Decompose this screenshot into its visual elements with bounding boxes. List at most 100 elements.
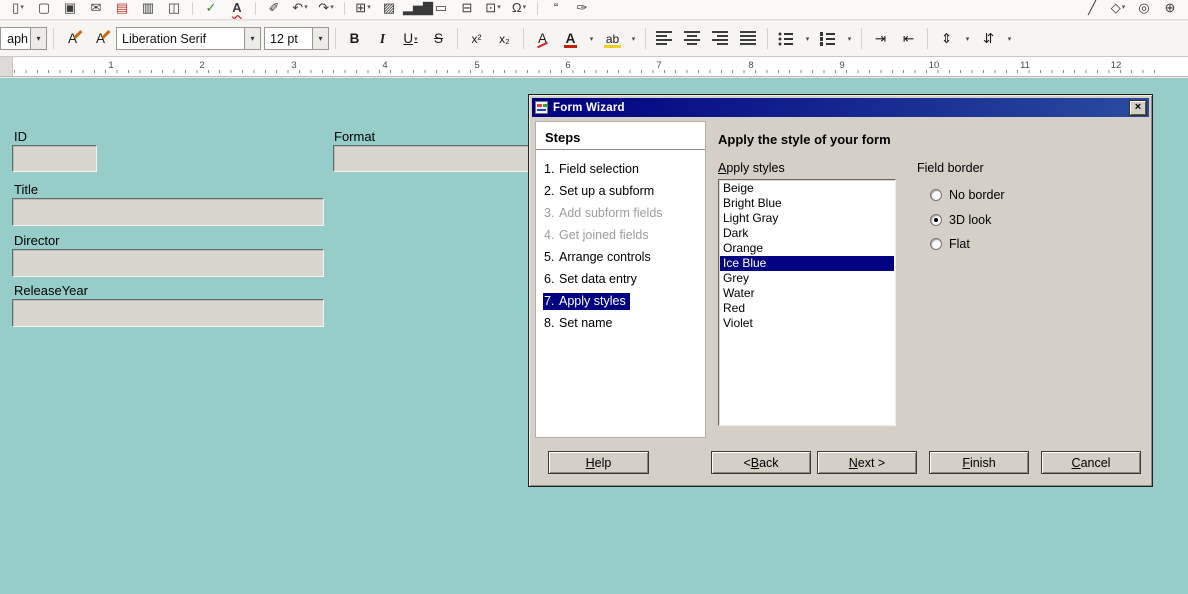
- radio-flat[interactable]: Flat: [930, 237, 970, 251]
- undo-icon[interactable]: ↶: [288, 0, 312, 20]
- highlight-color-icon[interactable]: ab: [600, 26, 625, 51]
- style-option-orange[interactable]: Orange: [720, 241, 894, 256]
- style-option-beige[interactable]: Beige: [720, 181, 894, 196]
- clear-formatting-icon[interactable]: A: [530, 26, 555, 51]
- italic-icon[interactable]: I: [370, 26, 395, 51]
- horizontal-ruler[interactable]: 1 2 3 4 5 6 7 8 9 10 11 12: [0, 57, 1188, 77]
- open-icon[interactable]: ▢: [32, 0, 56, 20]
- field-input-director[interactable]: [12, 249, 324, 277]
- print-icon[interactable]: ▥: [136, 0, 160, 20]
- email-icon[interactable]: ✉: [84, 0, 108, 20]
- print-preview-icon[interactable]: ◫: [162, 0, 186, 20]
- paragraph-style-dropdown-icon[interactable]: [30, 27, 47, 50]
- paragraph-spacing-icon[interactable]: ⇵: [976, 26, 1001, 51]
- font-size-combo[interactable]: 12 pt: [264, 27, 329, 50]
- style-option-bright-blue[interactable]: Bright Blue: [720, 196, 894, 211]
- align-justify-icon[interactable]: [736, 26, 761, 51]
- step-text: 4.Get joined fields: [543, 227, 653, 244]
- numbered-list-dropdown-icon[interactable]: [844, 26, 855, 51]
- paragraph-style-value[interactable]: aph: [0, 27, 30, 50]
- update-style-icon[interactable]: A: [60, 26, 85, 51]
- insert-line-icon[interactable]: ╱: [1080, 0, 1104, 20]
- insert-chart-icon[interactable]: ▂▅▇: [403, 0, 427, 20]
- insert-symbol-icon[interactable]: Ω: [507, 0, 531, 20]
- insert-comment-icon[interactable]: “: [544, 0, 568, 20]
- align-left-icon[interactable]: [652, 26, 677, 51]
- font-name-combo[interactable]: Liberation Serif: [116, 27, 261, 50]
- autospellcheck-icon[interactable]: A: [225, 0, 249, 20]
- find-replace-icon[interactable]: ◎: [1132, 0, 1156, 20]
- font-color-icon[interactable]: A: [558, 26, 583, 51]
- step-6-set-data-entry[interactable]: 6.Set data entry: [536, 268, 705, 290]
- page-break-icon[interactable]: ⊟: [455, 0, 479, 20]
- field-input-releaseyear[interactable]: [12, 299, 324, 327]
- dialog-titlebar[interactable]: Form Wizard ×: [532, 98, 1149, 117]
- subscript-icon[interactable]: x₂: [492, 26, 517, 51]
- help-button[interactable]: Help: [548, 451, 649, 474]
- style-option-grey[interactable]: Grey: [720, 271, 894, 286]
- finish-button[interactable]: Finish: [929, 451, 1029, 474]
- bold-icon[interactable]: B: [342, 26, 367, 51]
- radio-no-border[interactable]: No border: [930, 188, 1005, 202]
- increase-indent-icon[interactable]: ⇥: [868, 26, 893, 51]
- line-spacing-icon[interactable]: ⇕: [934, 26, 959, 51]
- close-icon[interactable]: ×: [1130, 101, 1146, 115]
- insert-image-icon[interactable]: ▨: [377, 0, 401, 20]
- step-1-field-selection[interactable]: 1.Field selection: [536, 158, 705, 180]
- next-button[interactable]: Next >: [817, 451, 917, 474]
- numbered-list-icon[interactable]: [816, 26, 841, 51]
- new-style-icon[interactable]: A: [88, 26, 113, 51]
- decrease-indent-icon[interactable]: ⇤: [896, 26, 921, 51]
- clone-formatting-icon[interactable]: ✐: [262, 0, 286, 20]
- style-option-water[interactable]: Water: [720, 286, 894, 301]
- style-option-dark[interactable]: Dark: [720, 226, 894, 241]
- style-option-red[interactable]: Red: [720, 301, 894, 316]
- track-changes-icon[interactable]: ✑: [570, 0, 594, 20]
- field-input-id[interactable]: [12, 145, 97, 172]
- font-size-value[interactable]: 12 pt: [264, 27, 312, 50]
- style-option-violet[interactable]: Violet: [720, 316, 894, 331]
- step-7-apply-styles[interactable]: 7.Apply styles: [536, 290, 705, 312]
- field-input-title[interactable]: [12, 198, 324, 226]
- font-name-value[interactable]: Liberation Serif: [116, 27, 244, 50]
- font-name-dropdown-icon[interactable]: [244, 27, 261, 50]
- highlight-color-dropdown-icon[interactable]: [628, 26, 639, 51]
- back-button[interactable]: < Back: [711, 451, 811, 474]
- zoom-icon[interactable]: ⊕: [1158, 0, 1182, 20]
- field-label-director[interactable]: Director: [14, 233, 60, 248]
- export-pdf-icon[interactable]: ▤: [110, 0, 134, 20]
- paragraph-spacing-dropdown-icon[interactable]: [1004, 26, 1015, 51]
- insert-table-icon[interactable]: ⊞: [351, 0, 375, 20]
- style-option-light-gray[interactable]: Light Gray: [720, 211, 894, 226]
- line-spacing-dropdown-icon[interactable]: [962, 26, 973, 51]
- font-color-dropdown-icon[interactable]: [586, 26, 597, 51]
- superscript-icon[interactable]: x²: [464, 26, 489, 51]
- spellcheck-icon[interactable]: ✓: [199, 0, 223, 20]
- basic-shapes-icon[interactable]: ◇: [1106, 0, 1130, 20]
- styles-listbox[interactable]: Beige Bright Blue Light Gray Dark Orange…: [718, 179, 896, 426]
- field-label-id[interactable]: ID: [14, 129, 27, 144]
- save-icon[interactable]: ▣: [58, 0, 82, 20]
- field-label-title[interactable]: Title: [14, 182, 38, 197]
- cancel-button[interactable]: Cancel: [1041, 451, 1141, 474]
- radio-3d-look[interactable]: 3D look: [930, 213, 991, 227]
- step-5-arrange-controls[interactable]: 5.Arrange controls: [536, 246, 705, 268]
- strikethrough-icon[interactable]: S: [426, 26, 451, 51]
- new-document-icon[interactable]: ▯: [6, 0, 30, 20]
- underline-icon[interactable]: U: [398, 26, 423, 51]
- step-2-set-up-subform[interactable]: 2.Set up a subform: [536, 180, 705, 202]
- insert-textbox-icon[interactable]: ▭: [429, 0, 453, 20]
- step-text-selected: 7.Apply styles: [543, 293, 630, 310]
- redo-icon[interactable]: ↷: [314, 0, 338, 20]
- step-8-set-name[interactable]: 8.Set name: [536, 312, 705, 334]
- bullet-list-icon[interactable]: [774, 26, 799, 51]
- font-size-dropdown-icon[interactable]: [312, 27, 329, 50]
- insert-field-icon[interactable]: ⊡: [481, 0, 505, 20]
- bullet-list-dropdown-icon[interactable]: [802, 26, 813, 51]
- field-label-format[interactable]: Format: [334, 129, 375, 144]
- paragraph-style-combo[interactable]: aph: [0, 27, 47, 50]
- field-label-releaseyear[interactable]: ReleaseYear: [14, 283, 88, 298]
- style-option-ice-blue[interactable]: Ice Blue: [720, 256, 894, 271]
- align-right-icon[interactable]: [708, 26, 733, 51]
- align-center-icon[interactable]: [680, 26, 705, 51]
